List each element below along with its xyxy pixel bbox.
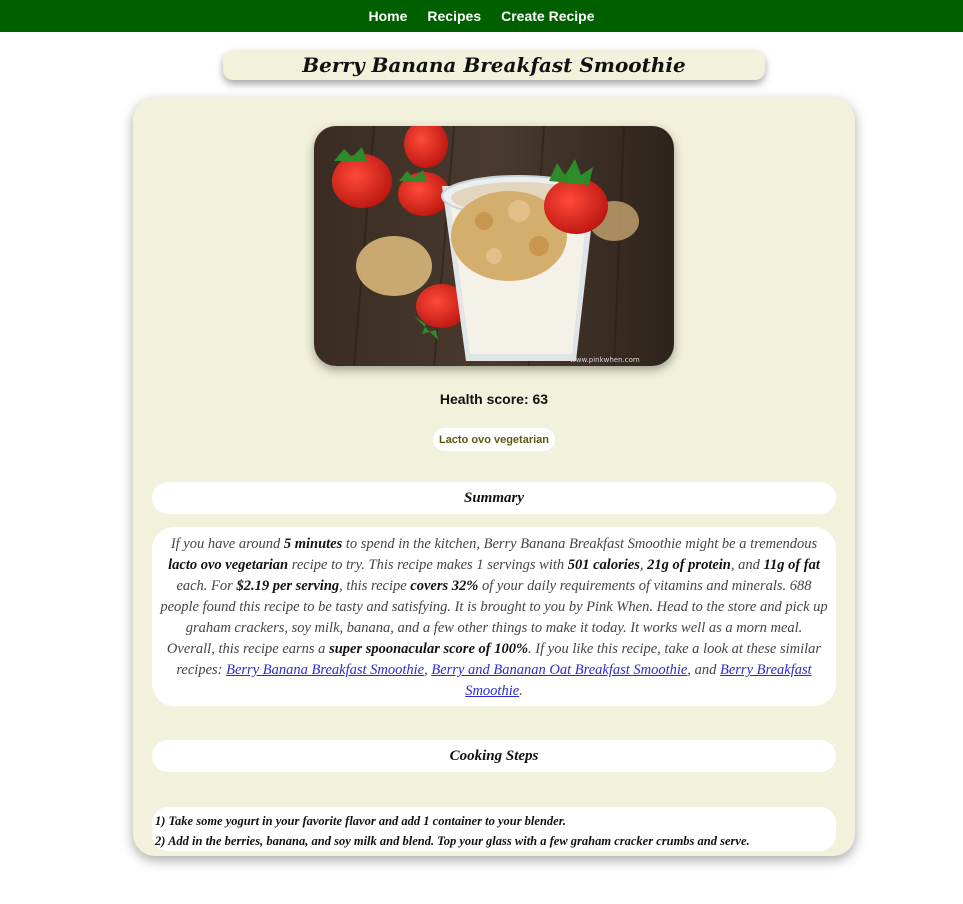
- photo-watermark: www.pinkwhen.com: [570, 356, 640, 364]
- nav-recipes-link[interactable]: Recipes: [427, 8, 481, 24]
- summary-highlight: $2.19 per serving: [236, 578, 340, 594]
- recipe-image: www.pinkwhen.com: [314, 126, 674, 366]
- cooking-step: 1) Take some yogurt in your favorite fla…: [155, 814, 566, 828]
- similar-recipe-link-1[interactable]: Berry Banana Breakfast Smoothie: [226, 662, 424, 678]
- summary-segment: each. For: [176, 578, 237, 594]
- summary-segment: to spend in the kitchen, Berry Banana Br…: [342, 536, 818, 552]
- cooking-steps-list: 1) Take some yogurt in your favorite fla…: [152, 807, 836, 851]
- summary-segment: , and: [687, 662, 720, 678]
- summary-highlight: 5 minutes: [283, 536, 343, 552]
- cooking-step: 2) Add in the berries, banana, and soy m…: [155, 834, 750, 848]
- summary-highlight: lacto ovo vegetarian: [168, 557, 289, 573]
- summary-segment: .: [519, 683, 523, 699]
- summary-highlight: 11g of fat: [763, 557, 820, 573]
- nav-create-recipe-link[interactable]: Create Recipe: [501, 8, 594, 24]
- recipe-title: Berry Banana Breakfast Smoothie: [302, 53, 686, 77]
- summary-segment: If you have around: [170, 536, 284, 552]
- top-nav: Home Recipes Create Recipe: [0, 0, 963, 32]
- summary-segment: , this recipe: [339, 578, 411, 594]
- summary-highlight: super spoonacular score of 100%: [329, 641, 529, 657]
- summary-highlight: covers 32%: [410, 578, 479, 594]
- smoothie-photo: www.pinkwhen.com: [314, 126, 674, 366]
- nav-home-link[interactable]: Home: [369, 8, 408, 24]
- summary-segment: , and: [730, 557, 764, 573]
- cooking-steps-heading: Cooking Steps: [152, 740, 836, 772]
- diet-badge: Lacto ovo vegetarian: [433, 428, 555, 451]
- summary-segment: ,: [639, 557, 648, 573]
- health-score: Health score: 63: [439, 391, 549, 407]
- recipe-title-banner: Berry Banana Breakfast Smoothie: [223, 50, 765, 80]
- similar-recipe-link-2[interactable]: Berry and Bananan Oat Breakfast Smoothie: [431, 662, 687, 678]
- summary-highlight: 21g of protein: [647, 557, 731, 573]
- summary-segment: recipe to try. This recipe makes 1 servi…: [288, 557, 568, 573]
- recipe-card: www.pinkwhen.com Health score: 63 Lacto …: [133, 98, 855, 856]
- summary-heading: Summary: [152, 482, 836, 514]
- summary-text: If you have around 5 minutes to spend in…: [152, 527, 836, 706]
- summary-highlight: 501 calories: [567, 557, 640, 573]
